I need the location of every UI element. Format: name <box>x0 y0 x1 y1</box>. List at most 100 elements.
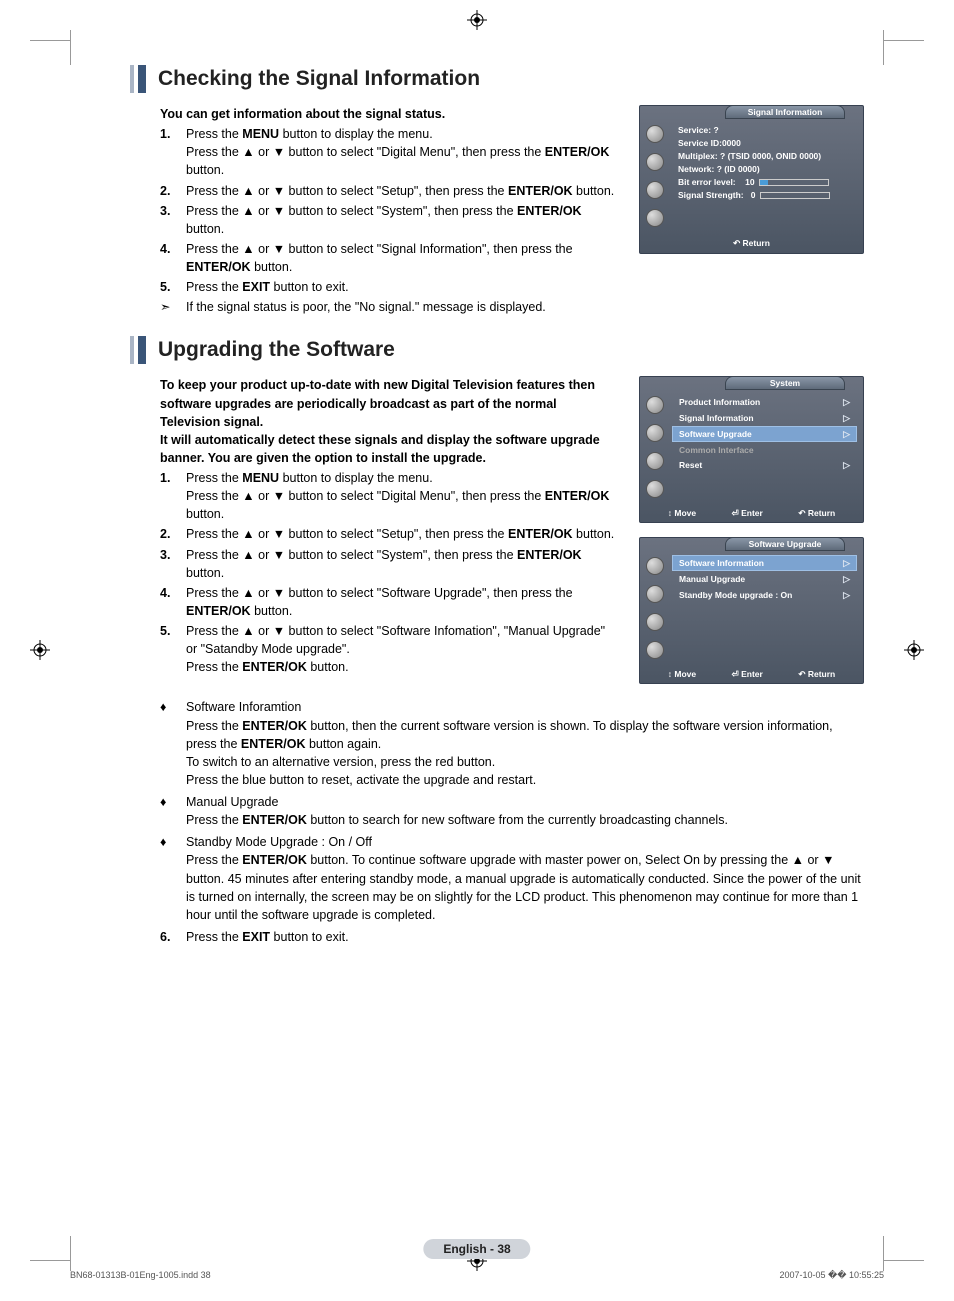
sig-strength-bar <box>760 192 830 199</box>
tv-footer-return: ↶ Return <box>640 234 863 253</box>
tv-menu-icon <box>646 641 664 659</box>
tv-content: Software Information▷Manual Upgrade▷Stan… <box>670 551 863 666</box>
step-item: 3.Press the ▲ or ▼ button to select "Sys… <box>160 202 619 238</box>
tv-menu-icon <box>646 557 664 575</box>
crop-mark <box>884 40 924 41</box>
tv-sidebar-icons <box>640 551 670 666</box>
section-title: Checking the Signal Information <box>158 67 480 91</box>
section1-steps: 1.Press the MENU button to display the m… <box>160 125 619 296</box>
step-text: Press the ▲ or ▼ button to select "Softw… <box>186 584 619 620</box>
tv-menu-label: Software Upgrade <box>679 429 752 439</box>
registration-mark-icon <box>30 640 50 660</box>
page-number-badge: English - 38 <box>423 1239 530 1259</box>
step-text: Press the MENU button to display the men… <box>186 125 619 179</box>
tv-menu-icon <box>646 424 664 442</box>
chevron-right-icon: ▷ <box>843 429 850 440</box>
tv-footer-enter: ⏎ Enter <box>732 508 763 519</box>
page-content: Checking the Signal Information You can … <box>70 65 884 1246</box>
sig-strength-value: 0 <box>751 190 756 200</box>
tv-title: System <box>725 376 845 390</box>
bullet-icon: ♦ <box>160 698 186 789</box>
step-number: 2. <box>160 182 186 200</box>
section-header-upgrade: Upgrading the Software <box>130 336 884 364</box>
step-text: Press the EXIT button to exit. <box>186 928 864 946</box>
step-number: 3. <box>160 202 186 238</box>
step-text: Press the ▲ or ▼ button to select "Syste… <box>186 202 619 238</box>
tv-menu-label: Signal Information <box>679 413 754 423</box>
footer-filename: BN68-01313B-01Eng-1005.indd 38 <box>70 1270 211 1281</box>
tv-row-bit-error: Bit error level: 10 <box>672 175 857 188</box>
bit-error-label: Bit error level: <box>678 177 736 187</box>
bit-error-bar <box>759 179 829 186</box>
step-number: 6. <box>160 928 186 946</box>
tv-sidebar-icons <box>640 390 670 505</box>
footer-timestamp: 2007-10-05 �� 10:55:25 <box>779 1270 884 1281</box>
step-text: Press the ▲ or ▼ button to select "Syste… <box>186 546 619 582</box>
section1-body: You can get information about the signal… <box>160 105 864 316</box>
tv-menu-icon <box>646 153 664 171</box>
tv-row: Network: ? (ID 0000) <box>672 162 857 175</box>
step-text: Press the ▲ or ▼ button to select "Setup… <box>186 182 619 200</box>
step-number: 4. <box>160 584 186 620</box>
chevron-right-icon: ▷ <box>843 574 850 585</box>
section1-note: ➣ If the signal status is poor, the "No … <box>160 298 619 316</box>
chevron-right-icon: ▷ <box>843 590 850 601</box>
step-number: 1. <box>160 125 186 179</box>
section2-text: To keep your product up-to-date with new… <box>160 376 619 698</box>
bullet-item: ♦Software InforamtionPress the ENTER/OK … <box>160 698 864 789</box>
step-item: 1.Press the MENU button to display the m… <box>160 125 619 179</box>
tv-title: Signal Information <box>725 105 845 119</box>
sig-strength-label: Signal Strength: <box>678 190 744 200</box>
step-item: 2.Press the ▲ or ▼ button to select "Set… <box>160 525 619 543</box>
tv-menu-item: Reset▷ <box>672 457 857 473</box>
tv-menu-label: Software Information <box>679 558 764 568</box>
step-number: 4. <box>160 240 186 276</box>
section2-step6: 6. Press the EXIT button to exit. <box>160 928 864 946</box>
step-number: 2. <box>160 525 186 543</box>
step-text: Press the ▲ or ▼ button to select "Setup… <box>186 525 619 543</box>
tv-menu-item: Product Information▷ <box>672 394 857 410</box>
tv-menu-icon <box>646 452 664 470</box>
bullet-item: ♦Manual UpgradePress the ENTER/OK button… <box>160 793 864 829</box>
tv-menu-label: Manual Upgrade <box>679 574 745 584</box>
tv-menu-label: Reset <box>679 460 702 470</box>
bullet-icon: ♦ <box>160 833 186 924</box>
step-item: 4.Press the ▲ or ▼ button to select "Sof… <box>160 584 619 620</box>
tv-footer-move: ↕ Move <box>668 669 696 680</box>
tv-menu-item: Common Interface <box>672 442 857 457</box>
tv-menu-icon <box>646 181 664 199</box>
step-text: Press the EXIT button to exit. <box>186 278 619 296</box>
screenshot-col-2: System Product Information▷Signal Inform… <box>639 376 864 698</box>
note-arrow-icon: ➣ <box>160 298 186 316</box>
crop-mark <box>883 30 884 65</box>
step-item: 2.Press the ▲ or ▼ button to select "Set… <box>160 182 619 200</box>
section2-bullets: ♦Software InforamtionPress the ENTER/OK … <box>160 698 864 924</box>
tv-row-signal-strength: Signal Strength: 0 <box>672 188 857 201</box>
bit-error-value: 10 <box>745 177 754 187</box>
tv-signal-info-panel: Signal Information Service: ? Service ID… <box>639 105 864 254</box>
step-item: 1.Press the MENU button to display the m… <box>160 469 619 523</box>
tv-system-panel: System Product Information▷Signal Inform… <box>639 376 864 523</box>
section1-text: You can get information about the signal… <box>160 105 619 316</box>
tv-sidebar-icons <box>640 119 670 234</box>
bullet-icon: ♦ <box>160 793 186 829</box>
section-bar-icon <box>130 65 134 93</box>
step-text: Press the MENU button to display the men… <box>186 469 619 523</box>
step-item: 3.Press the ▲ or ▼ button to select "Sys… <box>160 546 619 582</box>
print-footer: BN68-01313B-01Eng-1005.indd 38 2007-10-0… <box>70 1270 884 1281</box>
crop-mark <box>30 40 70 41</box>
tv-menu-label: Product Information <box>679 397 760 407</box>
tv-menu-icon <box>646 125 664 143</box>
tv-menu-item: Signal Information ▷ <box>672 410 857 426</box>
chevron-right-icon: ▷ <box>843 558 850 569</box>
section2-intro: To keep your product up-to-date with new… <box>160 376 619 467</box>
step-number: 1. <box>160 469 186 523</box>
crop-mark <box>884 1260 924 1261</box>
bullet-text: Software InforamtionPress the ENTER/OK b… <box>186 698 864 789</box>
tv-menu-label: Common Interface <box>679 445 754 455</box>
tv-menu-icon <box>646 209 664 227</box>
tv-menu-icon <box>646 480 664 498</box>
chevron-right-icon: ▷ <box>843 413 850 424</box>
screenshot-col-1: Signal Information Service: ? Service ID… <box>639 105 864 316</box>
step-number: 5. <box>160 622 186 676</box>
